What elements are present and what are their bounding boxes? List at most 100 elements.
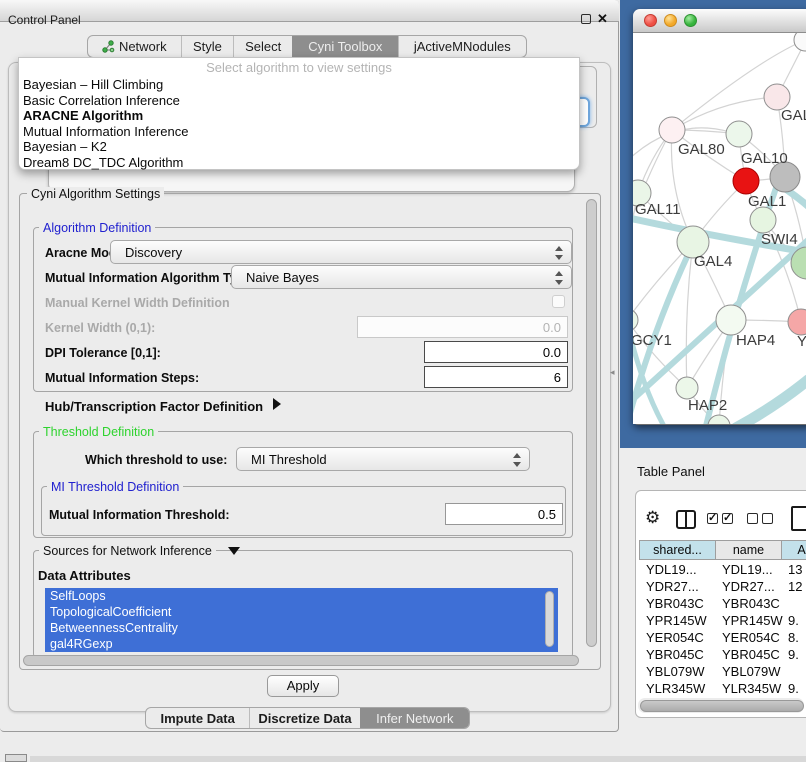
column-header-shared-name[interactable]: shared... xyxy=(639,540,716,560)
network-node[interactable] xyxy=(726,121,752,147)
close-icon[interactable]: ✕ xyxy=(597,11,608,27)
data-attributes-list: SelfLoops TopologicalCoefficient Between… xyxy=(45,588,558,652)
deselect-all-checkbox-icon[interactable] xyxy=(747,513,758,524)
tab-style[interactable]: Style xyxy=(181,36,234,57)
settings-vertical-scrollbar[interactable] xyxy=(586,199,597,647)
table-cell[interactable]: 9. xyxy=(788,647,799,662)
table-cell[interactable]: YDR27... xyxy=(646,579,699,594)
network-node-label: GAL4 xyxy=(694,253,732,270)
network-node[interactable] xyxy=(788,309,806,335)
which-threshold-combobox[interactable]: MI Threshold xyxy=(236,447,530,471)
list-item-gal4rgexp[interactable]: gal4RGexp xyxy=(45,636,558,652)
tab-infer-network-label: Infer Network xyxy=(376,711,453,726)
mi-algorithm-type-label: Mutual Information Algorithm Type: xyxy=(45,271,255,285)
tab-style-label: Style xyxy=(193,39,222,54)
new-column-icon[interactable] xyxy=(791,506,806,531)
network-node-label: GAL11 xyxy=(635,201,681,218)
dropdown-item-mutual-information[interactable]: Mutual Information Inference xyxy=(19,124,579,140)
table-cell[interactable]: YDL19... xyxy=(722,562,773,577)
table-cell[interactable]: YDR27... xyxy=(722,579,775,594)
table-cell[interactable]: 13 xyxy=(788,562,802,577)
table-cell[interactable]: YBR045C xyxy=(646,647,704,662)
network-node[interactable] xyxy=(676,377,698,399)
apply-button[interactable]: Apply xyxy=(267,675,339,697)
mi-steps-field[interactable]: 6 xyxy=(424,366,568,388)
dpi-tolerance-field[interactable]: 0.0 xyxy=(424,341,568,363)
table-cell[interactable]: YER054C xyxy=(646,630,704,645)
tab-infer-network[interactable]: Infer Network xyxy=(360,708,469,728)
table-cell[interactable]: 9. xyxy=(788,681,799,696)
column-header-partial[interactable]: A xyxy=(782,540,806,560)
deselect-all-checkbox-icon[interactable] xyxy=(762,513,773,524)
tab-network[interactable]: Network xyxy=(88,36,181,57)
dropdown-item-aracne[interactable]: ARACNE Algorithm xyxy=(19,108,579,124)
spinner-arrows-icon xyxy=(555,270,564,286)
attributes-list-scrollbar[interactable] xyxy=(545,591,554,647)
mi-threshold-field[interactable]: 0.5 xyxy=(445,503,563,525)
network-node-label: GAL10 xyxy=(741,150,788,167)
mi-algorithm-type-value: Naive Bayes xyxy=(246,270,319,285)
column-visibility-icon[interactable] xyxy=(676,510,696,529)
tab-discretize-data[interactable]: Discretize Data xyxy=(249,708,359,728)
kernel-width-label: Kernel Width (0,1): xyxy=(45,321,155,335)
close-traffic-light-icon[interactable] xyxy=(644,14,657,27)
network-canvas[interactable]: GALGAL80GAL10GAL1GAL11SWI4GAL4GCY1HAP4YH… xyxy=(633,33,806,424)
table-cell[interactable]: YDL19... xyxy=(646,562,697,577)
collapse-down-icon[interactable] xyxy=(228,547,240,555)
table-horizontal-scrollbar[interactable] xyxy=(640,700,804,712)
network-node[interactable] xyxy=(794,33,806,51)
network-node-label: HAP2 xyxy=(688,397,727,414)
table-cell[interactable]: 8. xyxy=(788,630,799,645)
table-cell[interactable]: YBL079W xyxy=(722,664,781,679)
minimize-traffic-light-icon[interactable] xyxy=(664,14,677,27)
table-settings-gear-icon[interactable]: ⚙ xyxy=(645,508,660,528)
table-cell[interactable]: 9. xyxy=(788,613,799,628)
settings-horizontal-scrollbar[interactable] xyxy=(23,655,579,666)
list-item-selfloops[interactable]: SelfLoops xyxy=(45,588,558,604)
dropdown-item-basic-correlation[interactable]: Basic Correlation Inference xyxy=(19,93,579,109)
table-cell[interactable]: YLR345W xyxy=(646,681,705,696)
network-tab-icon xyxy=(102,40,115,53)
network-node[interactable] xyxy=(633,309,638,331)
select-all-checkbox-icon[interactable] xyxy=(722,513,733,524)
aracne-mode-combobox[interactable]: Discovery xyxy=(110,240,572,264)
network-window-titlebar[interactable] xyxy=(633,9,806,33)
network-edge xyxy=(686,242,693,388)
mi-threshold-label: Mutual Information Threshold: xyxy=(49,508,230,522)
table-cell[interactable]: 12 xyxy=(788,579,802,594)
table-cell[interactable]: YBR045C xyxy=(722,647,780,662)
table-cell[interactable]: YBL079W xyxy=(646,664,705,679)
table-cell[interactable]: YBR043C xyxy=(722,596,780,611)
dropdown-item-bayesian-hill-climbing[interactable]: Bayesian – Hill Climbing xyxy=(19,77,579,93)
mi-algorithm-type-combobox[interactable]: Naive Bayes xyxy=(231,265,572,289)
column-header-name[interactable]: name xyxy=(716,540,782,560)
expand-right-icon[interactable] xyxy=(273,398,281,410)
table-cell[interactable]: YBR043C xyxy=(646,596,704,611)
network-node[interactable] xyxy=(716,305,746,335)
table-cell[interactable]: YPR145W xyxy=(646,613,707,628)
float-window-icon[interactable] xyxy=(581,14,591,24)
table-cell[interactable]: YPR145W xyxy=(722,613,783,628)
tab-impute-data[interactable]: Impute Data xyxy=(146,708,249,728)
tab-jactivemnodules[interactable]: jActiveMNodules xyxy=(398,36,526,57)
tab-cyni-toolbox-label: Cyni Toolbox xyxy=(308,39,382,54)
dropdown-item-bayesian-k2[interactable]: Bayesian – K2 xyxy=(19,139,579,155)
table-cell[interactable]: YLR345W xyxy=(722,681,781,696)
network-node[interactable] xyxy=(733,168,759,194)
dropdown-item-dream8[interactable]: Dream8 DC_TDC Algorithm xyxy=(19,155,579,171)
table-cell[interactable]: YER054C xyxy=(722,630,780,645)
select-all-checkbox-icon[interactable] xyxy=(707,513,718,524)
zoom-traffic-light-icon[interactable] xyxy=(684,14,697,27)
network-node[interactable] xyxy=(750,207,776,233)
manual-kernel-checkbox[interactable] xyxy=(552,295,565,308)
tab-select[interactable]: Select xyxy=(233,36,292,57)
control-panel-titlebar[interactable] xyxy=(0,0,619,22)
list-item-topologicalcoefficient[interactable]: TopologicalCoefficient xyxy=(45,604,558,620)
kernel-width-field[interactable]: 0.0 xyxy=(357,316,568,338)
tab-cyni-toolbox[interactable]: Cyni Toolbox xyxy=(292,36,398,57)
list-item-betweennesscentrality[interactable]: BetweennessCentrality xyxy=(45,620,558,636)
bottom-left-icon[interactable] xyxy=(5,754,27,762)
network-graph xyxy=(633,33,806,424)
network-node[interactable] xyxy=(659,117,685,143)
panel-splitter-handle[interactable]: ◂ xyxy=(610,367,615,378)
